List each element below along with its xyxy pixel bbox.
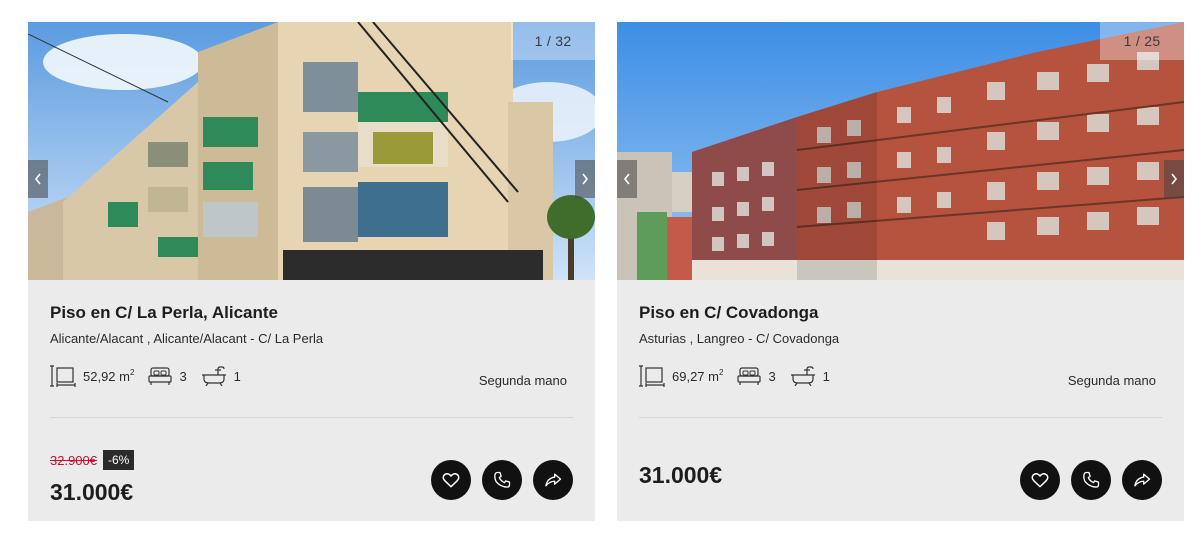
area-value: 52,92 m xyxy=(83,368,130,384)
condition-label: Segunda mano xyxy=(1067,373,1156,388)
discount-badge: -6% xyxy=(103,450,135,470)
phone-icon xyxy=(1083,471,1100,488)
call-button[interactable] xyxy=(1071,460,1111,500)
bathrooms-value: 1 xyxy=(233,368,241,384)
share-button[interactable] xyxy=(1122,460,1162,500)
area-unit-superscript: 2 xyxy=(718,367,724,377)
chevron-right-icon xyxy=(582,173,589,185)
bedrooms-feature: 3 xyxy=(737,366,776,386)
listing-details: Piso en C/ La Perla, Alicante Alicante/A… xyxy=(28,280,595,521)
area-feature: 69,27 m2 xyxy=(639,365,723,387)
building-photo xyxy=(617,22,1184,280)
call-button[interactable] xyxy=(482,460,522,500)
area-icon xyxy=(639,365,665,387)
favorite-button[interactable] xyxy=(1020,460,1060,500)
old-price-row: 32.900€ -6% xyxy=(50,450,135,470)
chevron-right-icon xyxy=(1171,173,1178,185)
listing-address: Alicante/Alacant , Alicante/Alacant - C/… xyxy=(50,331,324,346)
heart-icon xyxy=(442,473,460,488)
chevron-left-icon xyxy=(34,173,41,185)
price: 31.000€ xyxy=(639,462,723,488)
listing-details: Piso en C/ Covadonga Asturias , Langreo … xyxy=(617,280,1184,521)
share-icon xyxy=(1134,473,1151,487)
photo-counter: 1 / 25 xyxy=(1100,22,1184,60)
bedrooms-value: 3 xyxy=(768,368,776,384)
divider xyxy=(639,417,1162,418)
listing-photo[interactable]: 1 / 32 xyxy=(28,22,595,280)
area-feature: 52,92 m2 xyxy=(50,365,134,387)
condition-label: Segunda mano xyxy=(478,373,567,388)
next-photo-button[interactable] xyxy=(1164,160,1184,198)
bed-icon xyxy=(737,367,762,385)
bedrooms-value: 3 xyxy=(179,368,187,384)
listing-title[interactable]: Piso en C/ Covadonga xyxy=(639,303,818,323)
bathrooms-value: 1 xyxy=(822,368,830,384)
share-button[interactable] xyxy=(533,460,573,500)
bed-icon xyxy=(148,367,173,385)
listing-title[interactable]: Piso en C/ La Perla, Alicante xyxy=(50,303,278,323)
phone-icon xyxy=(494,471,511,488)
divider xyxy=(50,417,573,418)
listing-photo[interactable]: 1 / 25 xyxy=(617,22,1184,280)
listing-actions xyxy=(1009,460,1162,500)
old-price: 32.900€ xyxy=(50,452,97,468)
bedrooms-feature: 3 xyxy=(148,366,187,386)
photo-counter: 1 / 32 xyxy=(511,22,595,60)
listing-features: 69,27 m2 3 1 xyxy=(639,364,844,388)
chevron-left-icon xyxy=(623,173,630,185)
building-photo xyxy=(28,22,595,280)
bath-icon xyxy=(790,366,815,386)
favorite-button[interactable] xyxy=(431,460,471,500)
area-icon xyxy=(50,365,76,387)
bathrooms-feature: 1 xyxy=(201,366,241,386)
listing-actions xyxy=(420,460,573,500)
bath-icon xyxy=(201,366,226,386)
previous-photo-button[interactable] xyxy=(28,160,48,198)
previous-photo-button[interactable] xyxy=(617,160,637,198)
listing-address: Asturias , Langreo - C/ Covadonga xyxy=(639,331,840,346)
area-value: 69,27 m xyxy=(672,368,719,384)
area-unit-superscript: 2 xyxy=(129,367,135,377)
share-icon xyxy=(545,473,562,487)
price: 31.000€ xyxy=(50,479,134,505)
heart-icon xyxy=(1031,473,1049,488)
next-photo-button[interactable] xyxy=(575,160,595,198)
listing-card[interactable]: 1 / 32 Piso en C/ La Perla, Alicante Ali… xyxy=(28,22,595,521)
bathrooms-feature: 1 xyxy=(790,366,830,386)
listing-features: 52,92 m2 3 1 xyxy=(50,364,255,388)
listing-card[interactable]: 1 / 25 Piso en C/ Covadonga Asturias , L… xyxy=(617,22,1184,521)
